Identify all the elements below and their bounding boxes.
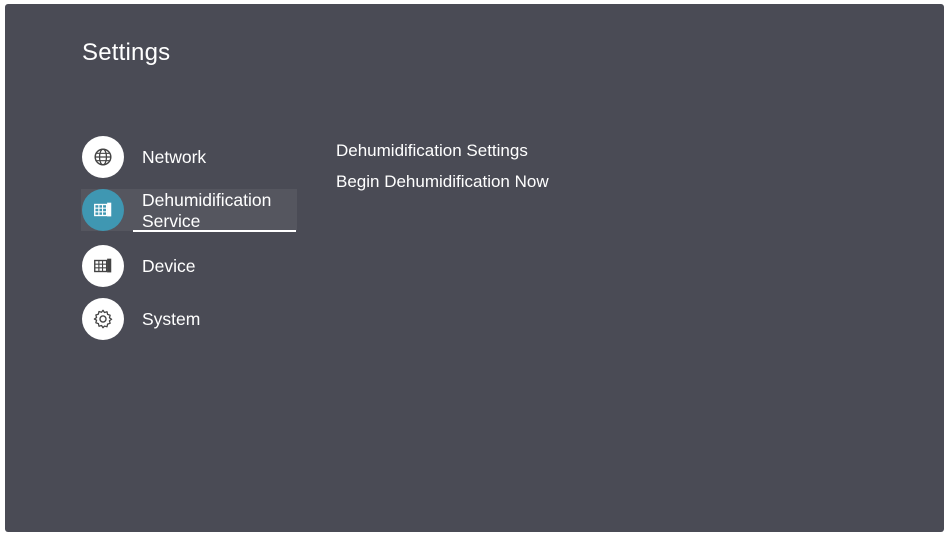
device-icon	[82, 245, 124, 287]
dehumidify-icon	[82, 189, 124, 231]
menu-item-dehumidification-service[interactable]: Dehumidification Service	[81, 189, 297, 232]
menu-item-label: Device	[142, 256, 196, 276]
page-title: Settings	[82, 39, 171, 66]
submenu-item-begin-dehumidification-now[interactable]: Begin Dehumidification Now	[336, 172, 549, 192]
menu-item-label: System	[142, 309, 201, 329]
menu-item-device[interactable]: Device	[81, 244, 297, 288]
menu-item-network[interactable]: Network	[81, 135, 297, 179]
settings-screen: Settings Network Dehumidification Servic…	[5, 4, 944, 532]
focus-underline	[133, 230, 296, 232]
globe-icon	[82, 136, 124, 178]
menu-item-label: Dehumidification Service	[142, 190, 272, 231]
gear-icon	[82, 298, 124, 340]
menu-item-label: Network	[142, 147, 207, 167]
submenu-item-dehumidification-settings[interactable]: Dehumidification Settings	[336, 141, 528, 161]
menu-item-system[interactable]: System	[81, 297, 297, 341]
